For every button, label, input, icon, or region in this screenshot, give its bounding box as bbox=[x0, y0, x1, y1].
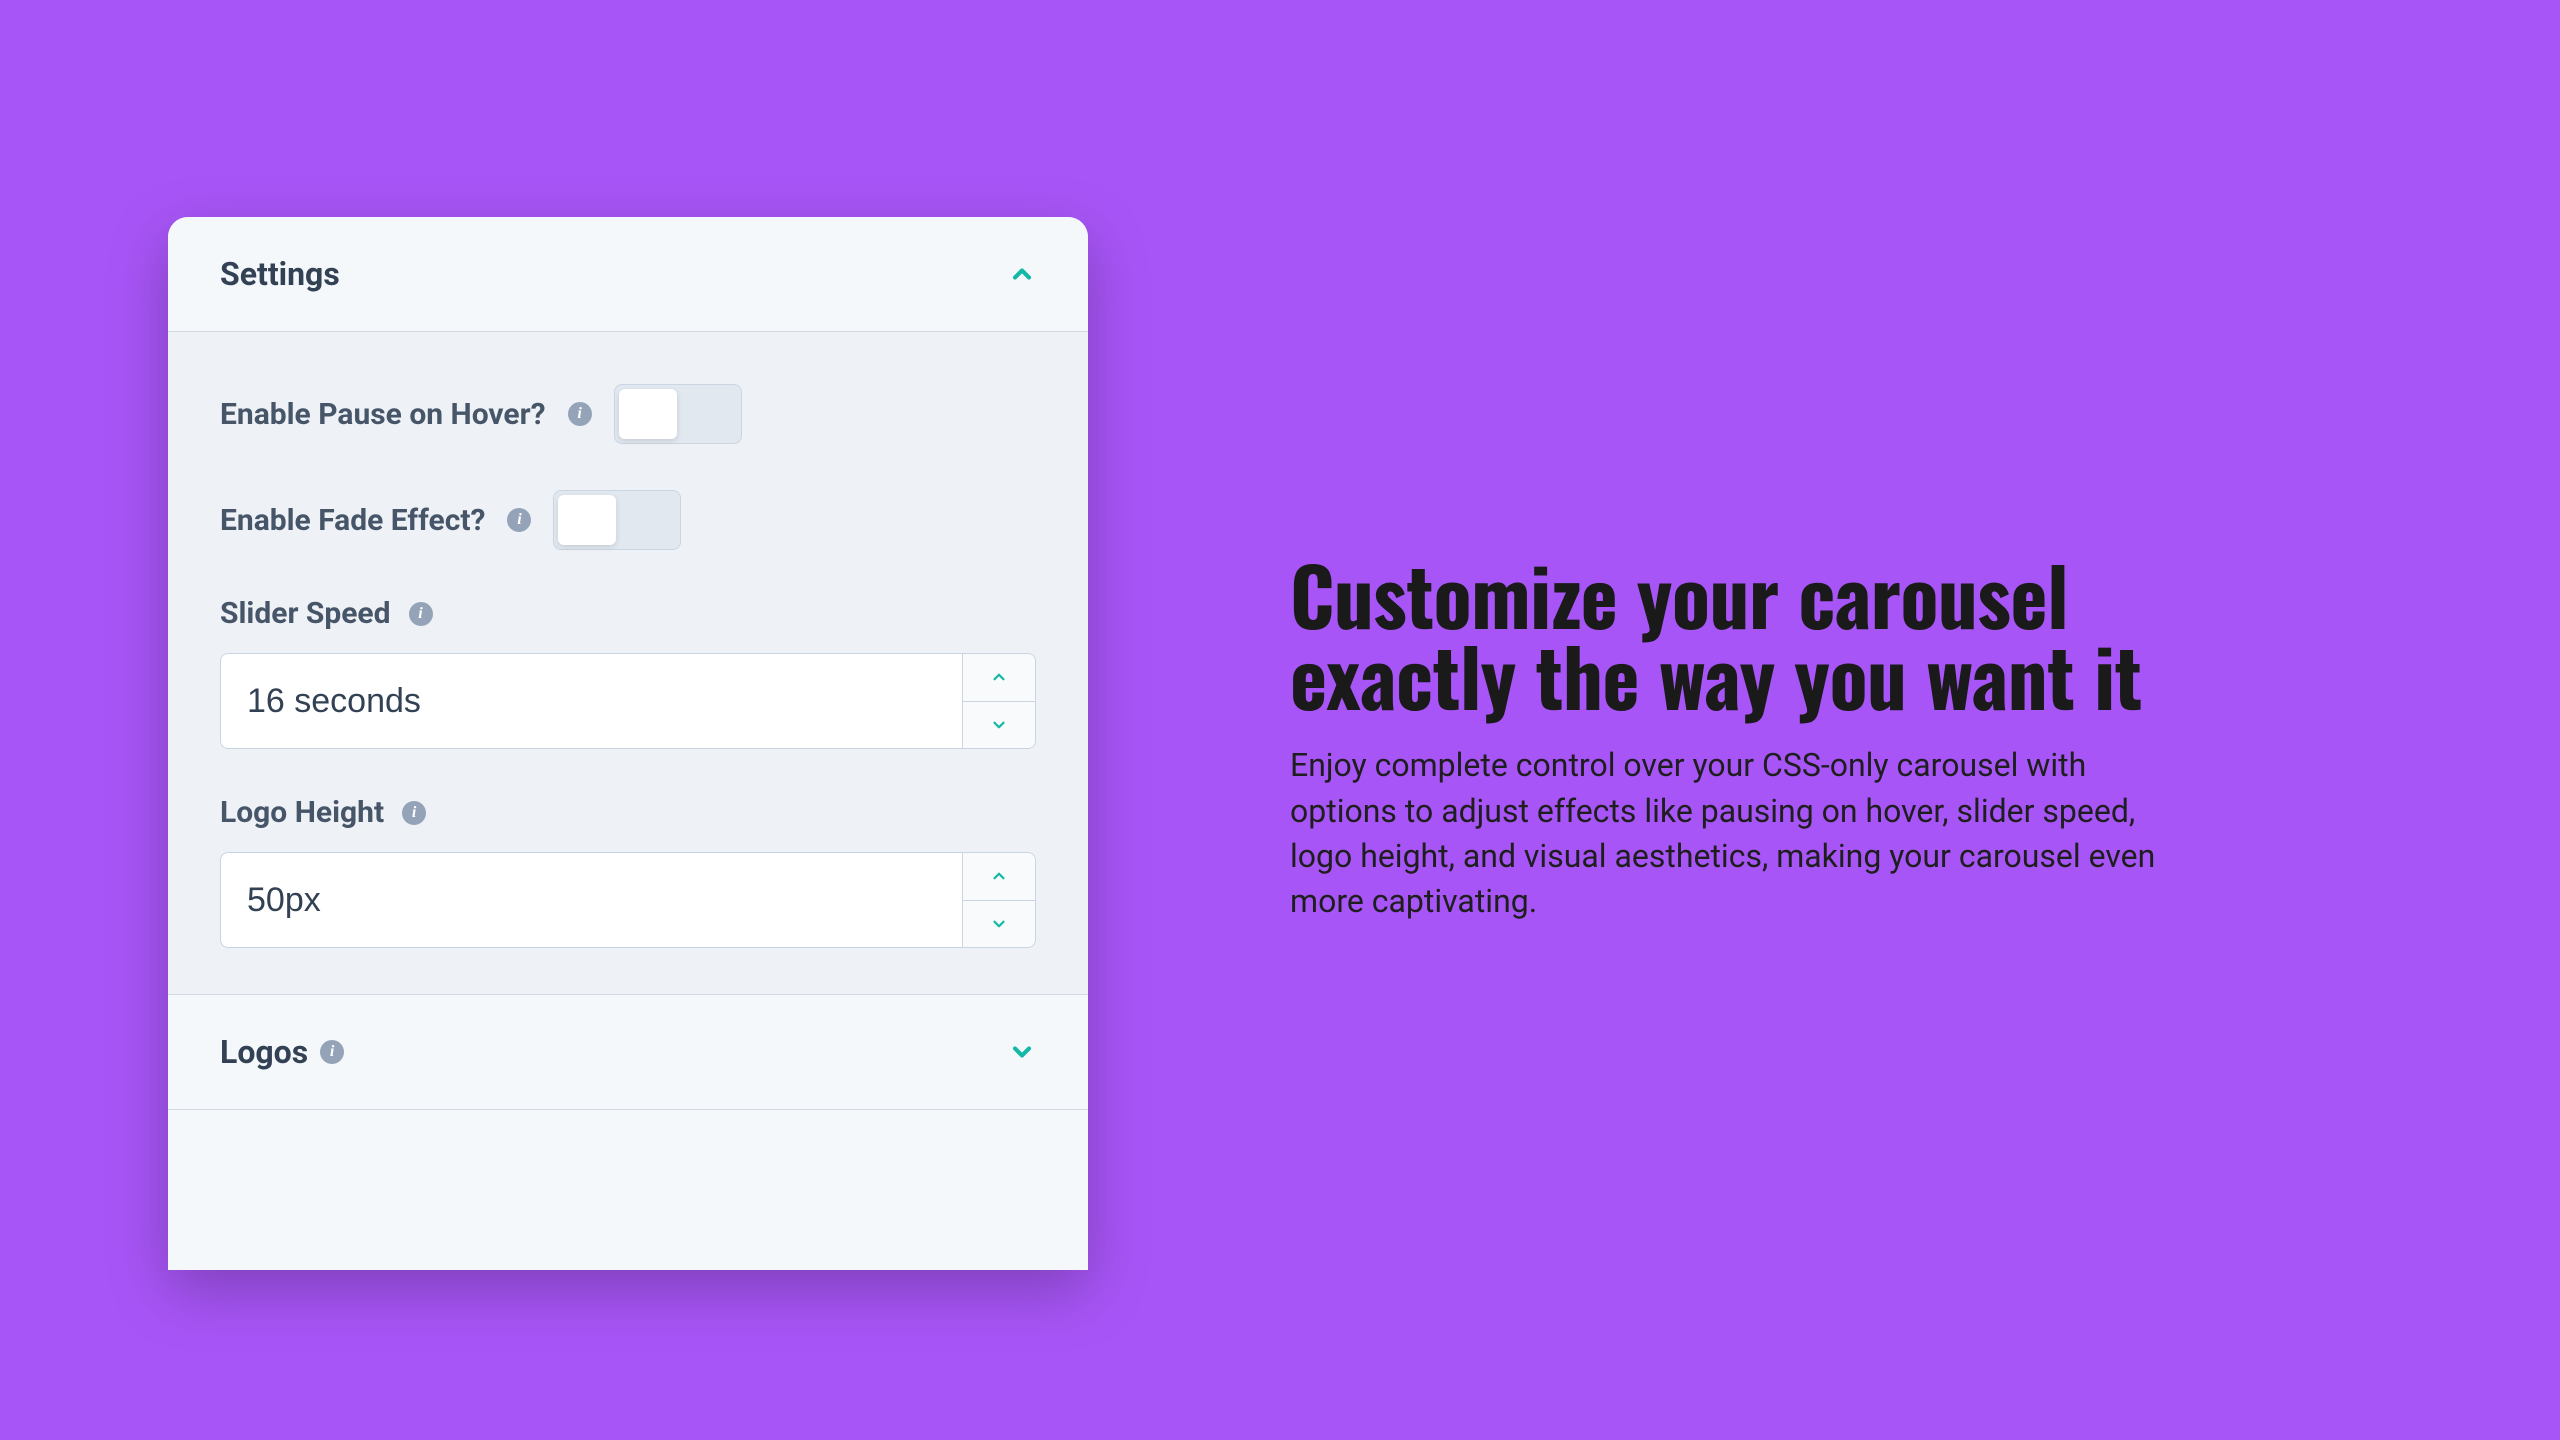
slider-speed-up-button[interactable] bbox=[963, 654, 1035, 702]
slider-speed-stepper bbox=[962, 653, 1036, 749]
toggle-knob bbox=[619, 389, 677, 439]
logo-height-input-wrap bbox=[220, 852, 1036, 948]
chevron-down-icon bbox=[990, 915, 1008, 933]
slider-speed-input[interactable] bbox=[220, 653, 962, 749]
logo-height-field: Logo Height i bbox=[220, 795, 1036, 948]
marketing-heading: Customize your carousel exactly the way … bbox=[1290, 554, 2180, 715]
chevron-down-icon bbox=[1008, 1038, 1036, 1066]
marketing-body: Enjoy complete control over your CSS-onl… bbox=[1290, 743, 2180, 925]
logo-height-down-button[interactable] bbox=[963, 901, 1035, 948]
fade-effect-label: Enable Fade Effect? bbox=[220, 503, 485, 538]
pause-hover-field: Enable Pause on Hover? i bbox=[220, 384, 1036, 444]
logos-section-header[interactable]: Logos i bbox=[168, 994, 1088, 1110]
settings-section-body: Enable Pause on Hover? i Enable Fade Eff… bbox=[168, 332, 1088, 994]
logo-height-input[interactable] bbox=[220, 852, 962, 948]
info-icon[interactable]: i bbox=[507, 508, 531, 532]
slider-speed-down-button[interactable] bbox=[963, 702, 1035, 749]
settings-section-header[interactable]: Settings bbox=[168, 217, 1088, 332]
marketing-content: Customize your carousel exactly the way … bbox=[1290, 554, 2180, 925]
logo-height-stepper bbox=[962, 852, 1036, 948]
slider-speed-input-wrap bbox=[220, 653, 1036, 749]
fade-effect-toggle[interactable] bbox=[553, 490, 681, 550]
logos-section-title: Logos bbox=[220, 1033, 308, 1071]
chevron-down-icon bbox=[990, 716, 1008, 734]
fade-effect-field: Enable Fade Effect? i bbox=[220, 490, 1036, 550]
settings-panel: Settings Enable Pause on Hover? i Enable… bbox=[168, 217, 1088, 1270]
chevron-up-icon bbox=[1008, 260, 1036, 288]
info-icon[interactable]: i bbox=[409, 602, 433, 626]
info-icon[interactable]: i bbox=[568, 402, 592, 426]
slider-speed-label: Slider Speed bbox=[220, 596, 391, 631]
chevron-up-icon bbox=[990, 668, 1008, 686]
toggle-knob bbox=[558, 495, 616, 545]
chevron-up-icon bbox=[990, 867, 1008, 885]
panel-bottom-spacer bbox=[168, 1110, 1088, 1270]
pause-hover-toggle[interactable] bbox=[614, 384, 742, 444]
logo-height-up-button[interactable] bbox=[963, 853, 1035, 901]
logo-height-label: Logo Height bbox=[220, 795, 384, 830]
settings-section-title: Settings bbox=[220, 255, 340, 293]
info-icon[interactable]: i bbox=[320, 1040, 344, 1064]
info-icon[interactable]: i bbox=[402, 801, 426, 825]
pause-hover-label: Enable Pause on Hover? bbox=[220, 397, 546, 432]
slider-speed-field: Slider Speed i bbox=[220, 596, 1036, 749]
